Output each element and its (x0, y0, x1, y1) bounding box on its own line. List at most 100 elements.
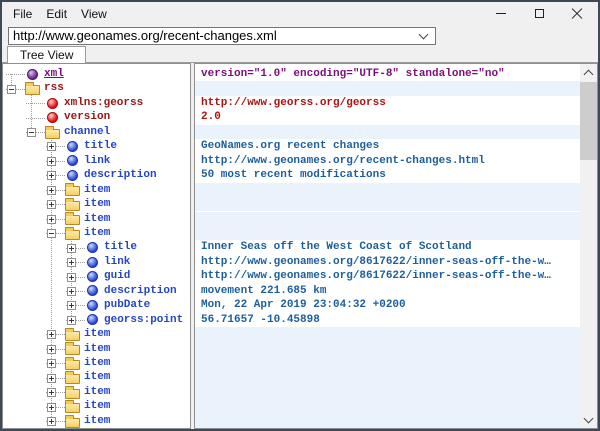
value-text: version="1.0" encoding="UTF-8" standalon… (195, 67, 597, 81)
node-label: item (84, 356, 110, 370)
expand-toggle-icon[interactable] (67, 301, 76, 310)
expand-toggle-icon[interactable] (47, 157, 56, 166)
close-button[interactable] (558, 2, 596, 25)
tree-node[interactable]: xml (3, 67, 190, 81)
folder-glyph (45, 129, 60, 139)
folder-icon (64, 356, 80, 370)
close-icon (571, 8, 583, 20)
element-icon (64, 139, 80, 153)
tree-node[interactable]: guid (3, 269, 190, 283)
maximize-button[interactable] (520, 2, 558, 25)
app-window: File Edit View Tree View xmlrssxmlns:geo… (0, 0, 600, 431)
value-row (195, 385, 580, 399)
url-input[interactable] (9, 28, 420, 44)
value-row: GeoNames.org recent changes (195, 139, 597, 153)
node-label: title (84, 139, 117, 153)
tree-node[interactable]: item (3, 356, 190, 370)
expand-toggle-icon[interactable] (47, 215, 56, 224)
values-rows: version="1.0" encoding="UTF-8" standalon… (195, 64, 597, 428)
tree-node[interactable]: link (3, 154, 190, 168)
value-row: http://www.geonames.org/8617622/inner-se… (195, 255, 597, 269)
collapse-toggle-icon[interactable] (7, 85, 16, 94)
expand-toggle-icon[interactable] (67, 273, 76, 282)
tree-node[interactable]: item (3, 370, 190, 384)
tab-tree-view[interactable]: Tree View (7, 46, 86, 63)
expand-toggle-icon[interactable] (67, 258, 76, 267)
tree-node[interactable]: item (3, 414, 190, 428)
tree-node[interactable]: description (3, 168, 190, 182)
expand-toggle-icon[interactable] (47, 345, 56, 354)
tree-node[interactable]: item (3, 226, 190, 240)
collapse-toggle-icon[interactable] (47, 229, 56, 238)
collapse-toggle-icon[interactable] (27, 128, 36, 137)
tree-node[interactable]: item (3, 342, 190, 356)
value-row: http://www.geonames.org/8617622/inner-se… (195, 269, 597, 283)
tree-node[interactable]: item (3, 385, 190, 399)
folder-icon (64, 327, 80, 341)
tree-node[interactable]: title (3, 139, 190, 153)
sphere-glyph (87, 271, 98, 282)
tree-node[interactable]: description (3, 284, 190, 298)
node-label: item (84, 212, 110, 226)
folder-glyph (65, 403, 80, 413)
expand-toggle-icon[interactable] (47, 359, 56, 368)
tree-node[interactable]: rss (3, 81, 190, 95)
chevron-down-icon[interactable] (419, 30, 429, 40)
scroll-up-button[interactable] (580, 64, 597, 81)
tree-node[interactable]: item (3, 327, 190, 341)
tree-node[interactable]: link (3, 255, 190, 269)
tree-node[interactable]: item (3, 183, 190, 197)
folder-glyph (65, 230, 80, 240)
tree-node[interactable]: channel (3, 125, 190, 139)
value-row (195, 226, 580, 240)
value-row: version="1.0" encoding="UTF-8" standalon… (195, 67, 597, 81)
tree-node[interactable]: item (3, 197, 190, 211)
expand-toggle-icon[interactable] (47, 374, 56, 383)
node-label: guid (104, 269, 130, 283)
sphere-glyph (87, 300, 98, 311)
scroll-down-button[interactable] (580, 411, 597, 428)
value-text: 56.71657 -10.45898 (195, 313, 597, 327)
folder-icon (44, 125, 60, 139)
tree-node[interactable]: title (3, 240, 190, 254)
folder-icon (64, 183, 80, 197)
menu-edit[interactable]: Edit (39, 4, 74, 24)
tree-node[interactable]: pubDate (3, 298, 190, 312)
expand-toggle-icon[interactable] (47, 142, 56, 151)
folder-glyph (65, 186, 80, 196)
vertical-scrollbar[interactable] (580, 64, 597, 428)
expand-toggle-icon[interactable] (47, 388, 56, 397)
value-row: 56.71657 -10.45898 (195, 313, 597, 327)
expand-toggle-icon[interactable] (47, 186, 56, 195)
folder-icon (64, 414, 80, 428)
minimize-button[interactable] (482, 2, 520, 25)
node-label: item (84, 399, 110, 413)
value-row (195, 327, 580, 341)
expand-toggle-icon[interactable] (47, 417, 56, 426)
sphere-glyph (87, 314, 98, 325)
expand-toggle-icon[interactable] (47, 200, 56, 209)
expand-toggle-icon[interactable] (47, 171, 56, 180)
folder-icon (64, 212, 80, 226)
node-label: georss:point (104, 313, 183, 327)
expand-toggle-icon[interactable] (67, 287, 76, 296)
value-row (195, 342, 580, 356)
tree-node[interactable]: item (3, 399, 190, 413)
expand-toggle-icon[interactable] (67, 244, 76, 253)
menu-file[interactable]: File (6, 4, 39, 24)
tab-strip: Tree View (2, 45, 598, 62)
menu-view[interactable]: View (74, 4, 114, 24)
tree-node[interactable]: georss:point (3, 313, 190, 327)
expand-toggle-icon[interactable] (47, 330, 56, 339)
tree-node[interactable]: item (3, 212, 190, 226)
node-label: rss (44, 81, 64, 95)
value-text: http://www.geonames.org/recent-changes.h… (195, 154, 597, 168)
value-text: Inner Seas off the West Coast of Scotlan… (195, 240, 597, 254)
expand-toggle-icon[interactable] (47, 403, 56, 412)
element-icon (84, 284, 100, 298)
tree-node[interactable]: version (3, 110, 190, 124)
tree-panel-rows: xmlrssxmlns:georssversionchanneltitlelin… (3, 64, 190, 428)
expand-toggle-icon[interactable] (67, 316, 76, 325)
scrollbar-thumb[interactable] (580, 82, 597, 160)
tree-node[interactable]: xmlns:georss (3, 96, 190, 110)
